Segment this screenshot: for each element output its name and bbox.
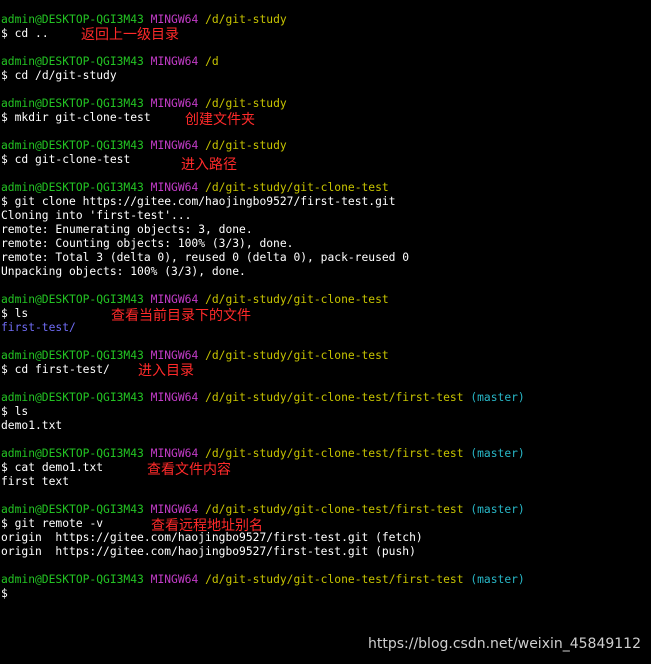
prompt-header: admin@DESKTOP-QGI3M43 MINGW64 /d/git-stu… [1, 573, 525, 587]
prompt-system: MINGW64 [150, 139, 199, 152]
prompt-user: admin@DESKTOP-QGI3M43 [1, 391, 144, 404]
prompt-system: MINGW64 [150, 447, 199, 460]
prompt-path: /d/git-study/git-clone-test [205, 293, 389, 306]
prompt-path: /d/git-study/git-clone-test/first-test [205, 573, 464, 586]
prompt-symbol: $ [1, 195, 8, 208]
prompt-header: admin@DESKTOP-QGI3M43 MINGW64 /d/git-stu… [1, 503, 525, 517]
git-branch: (master) [470, 573, 525, 586]
prompt-system: MINGW64 [150, 573, 199, 586]
command-line: $ git remote -v [1, 517, 103, 531]
command-line: $ cat demo1.txt [1, 461, 103, 475]
output-line: origin https://gitee.com/haojingbo9527/f… [1, 545, 416, 558]
git-branch: (master) [470, 391, 525, 404]
output-line: first text [1, 475, 70, 488]
prompt-system: MINGW64 [150, 13, 199, 26]
terminal-window[interactable]: admin@DESKTOP-QGI3M43 MINGW64 /d/git-stu… [0, 0, 651, 664]
prompt-symbol: $ [1, 153, 8, 166]
prompt-path: /d/git-study [205, 139, 287, 152]
prompt-user: admin@DESKTOP-QGI3M43 [1, 293, 144, 306]
git-branch: (master) [470, 503, 525, 516]
command-text: cd .. [14, 27, 49, 40]
prompt-user: admin@DESKTOP-QGI3M43 [1, 55, 144, 68]
command-line: $ cd .. [1, 27, 49, 41]
prompt-header: admin@DESKTOP-QGI3M43 MINGW64 /d/git-stu… [1, 181, 389, 195]
watermark: https://blog.csdn.net/weixin_45849112 [367, 636, 641, 652]
prompt-system: MINGW64 [150, 503, 199, 516]
command-text: git clone https://gitee.com/haojingbo952… [14, 195, 396, 208]
output-line: remote: Counting objects: 100% (3/3), do… [1, 237, 294, 250]
prompt-system: MINGW64 [150, 97, 199, 110]
command-input-line[interactable]: $ [1, 587, 8, 601]
prompt-system: MINGW64 [150, 349, 199, 362]
prompt-symbol: $ [1, 405, 8, 418]
prompt-path: /d/git-study/git-clone-test [205, 349, 389, 362]
directory-entry: first-test/ [1, 321, 76, 334]
prompt-header: admin@DESKTOP-QGI3M43 MINGW64 /d/git-stu… [1, 447, 525, 461]
output-line: origin https://gitee.com/haojingbo9527/f… [1, 531, 423, 544]
prompt-symbol: $ [1, 461, 8, 474]
prompt-symbol: $ [1, 363, 8, 376]
command-text: ls [14, 405, 29, 418]
command-text: git remote -v [14, 517, 104, 530]
annotation: 进入目录 [138, 363, 194, 379]
prompt-header: admin@DESKTOP-QGI3M43 MINGW64 /d/git-stu… [1, 293, 389, 307]
command-text: ls [14, 307, 29, 320]
prompt-system: MINGW64 [150, 293, 199, 306]
prompt-header: admin@DESKTOP-QGI3M43 MINGW64 /d [1, 55, 219, 69]
command-line: $ cd first-test/ [1, 363, 110, 377]
prompt-user: admin@DESKTOP-QGI3M43 [1, 573, 144, 586]
annotation: 返回上一级目录 [81, 27, 179, 43]
prompt-path: /d/git-study/git-clone-test [205, 181, 389, 194]
command-text: cd git-clone-test [14, 153, 131, 166]
output-line: Unpacking objects: 100% (3/3), done. [1, 265, 246, 278]
output-line: demo1.txt [1, 419, 63, 432]
output-line: remote: Total 3 (delta 0), reused 0 (del… [1, 251, 410, 264]
prompt-path: /d [205, 55, 219, 68]
annotation: 进入路径 [181, 157, 237, 173]
command-text: mkdir git-clone-test [14, 111, 151, 124]
annotation: 创建文件夹 [185, 112, 255, 128]
prompt-user: admin@DESKTOP-QGI3M43 [1, 447, 144, 460]
command-line: $ git clone https://gitee.com/haojingbo9… [1, 195, 396, 209]
prompt-user: admin@DESKTOP-QGI3M43 [1, 97, 144, 110]
annotation: 查看当前目录下的文件 [111, 308, 251, 324]
prompt-header: admin@DESKTOP-QGI3M43 MINGW64 /d/git-stu… [1, 13, 287, 27]
prompt-header: admin@DESKTOP-QGI3M43 MINGW64 /d/git-stu… [1, 97, 287, 111]
prompt-user: admin@DESKTOP-QGI3M43 [1, 503, 144, 516]
command-text: cat demo1.txt [14, 461, 104, 474]
prompt-system: MINGW64 [150, 55, 199, 68]
command-line: $ ls [1, 405, 28, 419]
output-line: remote: Enumerating objects: 3, done. [1, 223, 253, 236]
prompt-user: admin@DESKTOP-QGI3M43 [1, 139, 144, 152]
prompt-symbol: $ [1, 587, 8, 600]
prompt-user: admin@DESKTOP-QGI3M43 [1, 181, 144, 194]
command-line: $ ls [1, 307, 28, 321]
command-text: cd /d/git-study [14, 69, 117, 82]
prompt-symbol: $ [1, 517, 8, 530]
prompt-path: /d/git-study/git-clone-test/first-test [205, 391, 464, 404]
prompt-symbol: $ [1, 307, 8, 320]
command-line: $ cd /d/git-study [1, 69, 117, 83]
prompt-symbol: $ [1, 111, 8, 124]
prompt-system: MINGW64 [150, 391, 199, 404]
prompt-symbol: $ [1, 69, 8, 82]
prompt-path: /d/git-study/git-clone-test/first-test [205, 447, 464, 460]
output-line: Cloning into 'first-test'... [1, 209, 192, 222]
command-text: cd first-test/ [14, 363, 110, 376]
prompt-system: MINGW64 [150, 181, 199, 194]
prompt-path: /d/git-study/git-clone-test/first-test [205, 503, 464, 516]
git-branch: (master) [470, 447, 525, 460]
command-line: $ mkdir git-clone-test [1, 111, 151, 125]
prompt-header: admin@DESKTOP-QGI3M43 MINGW64 /d/git-stu… [1, 349, 389, 363]
prompt-user: admin@DESKTOP-QGI3M43 [1, 13, 144, 26]
prompt-header: admin@DESKTOP-QGI3M43 MINGW64 /d/git-stu… [1, 139, 287, 153]
prompt-header: admin@DESKTOP-QGI3M43 MINGW64 /d/git-stu… [1, 391, 525, 405]
prompt-user: admin@DESKTOP-QGI3M43 [1, 349, 144, 362]
prompt-path: /d/git-study [205, 97, 287, 110]
prompt-path: /d/git-study [205, 13, 287, 26]
prompt-symbol: $ [1, 27, 8, 40]
annotation: 查看文件内容 [147, 462, 231, 478]
command-line: $ cd git-clone-test [1, 153, 130, 167]
